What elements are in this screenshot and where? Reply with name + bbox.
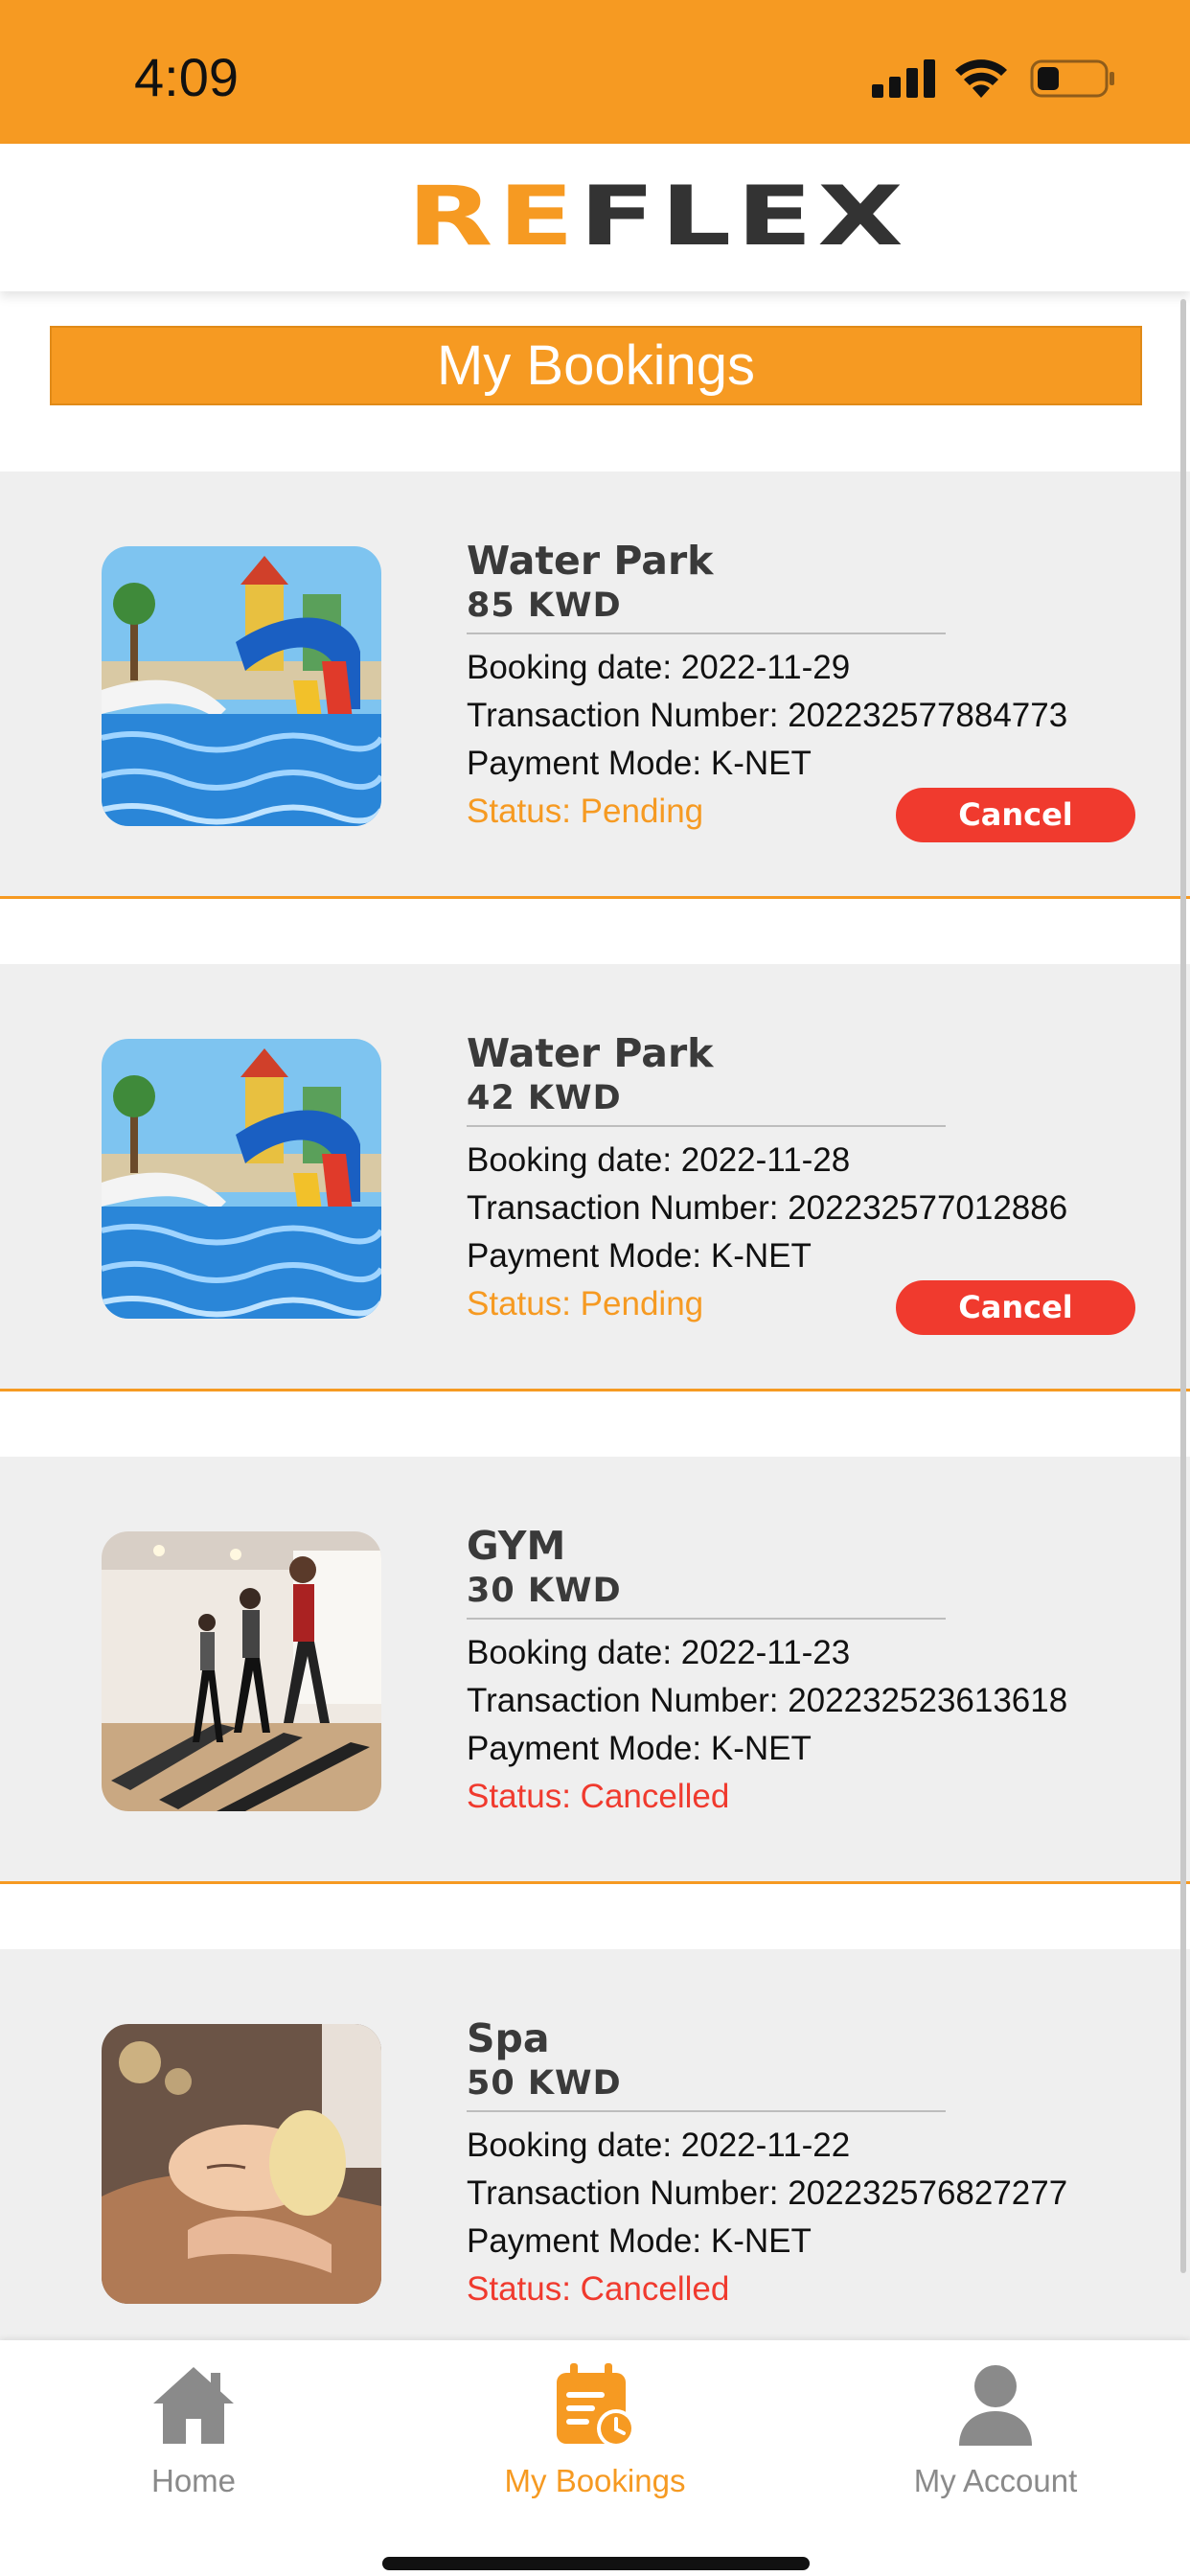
spa-image (102, 2024, 381, 2304)
tab-my-bookings[interactable]: My Bookings (451, 2359, 739, 2499)
payment-mode: Payment Mode: K-NET (467, 1730, 812, 1767)
water-park-image (102, 1039, 381, 1319)
page-title: My Bookings (50, 326, 1142, 405)
reflex-logo: REFLEX (407, 169, 909, 264)
cancel-button[interactable]: Cancel (896, 788, 1135, 842)
cellular-signal-icon (872, 59, 935, 98)
status-badge: Status: Cancelled (467, 2270, 730, 2308)
tab-label: My Account (913, 2463, 1078, 2498)
transaction-number: Transaction Number: 202232523613618 (467, 1682, 1068, 1719)
booking-price: 50 KWD (467, 2064, 622, 2103)
gym-image (102, 1531, 381, 1811)
payment-mode: Payment Mode: K-NET (467, 1237, 812, 1275)
divider (467, 1618, 946, 1620)
booking-price: 85 KWD (467, 586, 622, 625)
divider (467, 2110, 946, 2112)
transaction-number: Transaction Number: 202232576827277 (467, 2174, 1068, 2212)
booking-card: GYM 30 KWD Booking date: 2022-11-23 Tran… (0, 1457, 1190, 1884)
wifi-icon (955, 59, 1007, 98)
booking-date: Booking date: 2022-11-29 (467, 649, 851, 686)
scrollbar[interactable] (1180, 299, 1186, 2273)
bookings-icon (557, 2363, 635, 2448)
status-time: 4:09 (134, 47, 239, 107)
booking-card: Water Park 85 KWD Booking date: 2022-11-… (0, 472, 1190, 899)
battery-icon (1030, 59, 1114, 98)
booking-price: 42 KWD (467, 1079, 622, 1117)
booking-name: Water Park (467, 1030, 714, 1076)
booking-name: Spa (467, 2015, 550, 2061)
status-bar: 4:09 (0, 0, 1190, 144)
booking-card: Water Park 42 KWD Booking date: 2022-11-… (0, 964, 1190, 1392)
divider (467, 1125, 946, 1127)
bottom-tab-bar: Home My Bookings My Account (0, 2340, 1190, 2576)
transaction-number: Transaction Number: 202232577012886 (467, 1189, 1068, 1227)
booking-info: GYM 30 KWD Booking date: 2022-11-23 Tran… (467, 1522, 1156, 1821)
booking-name: Water Park (467, 538, 714, 584)
tab-home[interactable]: Home (50, 2359, 337, 2499)
account-icon (959, 2365, 1032, 2446)
payment-mode: Payment Mode: K-NET (467, 2222, 812, 2260)
home-indicator (382, 2557, 810, 2570)
tab-label: My Bookings (504, 2463, 686, 2498)
tab-label: Home (150, 2463, 237, 2498)
payment-mode: Payment Mode: K-NET (467, 745, 812, 782)
home-icon (153, 2367, 234, 2444)
booking-date: Booking date: 2022-11-23 (467, 1634, 851, 1671)
booking-price: 30 KWD (467, 1572, 622, 1610)
booking-info: Spa 50 KWD Booking date: 2022-11-22 Tran… (467, 2014, 1156, 2313)
tab-my-account[interactable]: My Account (852, 2359, 1139, 2499)
water-park-image (102, 546, 381, 826)
status-badge: Status: Cancelled (467, 1778, 730, 1815)
app-header: REFLEX (0, 144, 1190, 291)
divider (467, 632, 946, 634)
booking-date: Booking date: 2022-11-22 (467, 2127, 851, 2164)
transaction-number: Transaction Number: 202232577884773 (467, 697, 1068, 734)
cancel-button[interactable]: Cancel (896, 1280, 1135, 1335)
booking-card: Spa 50 KWD Booking date: 2022-11-22 Tran… (0, 1949, 1190, 2342)
booking-name: GYM (467, 1523, 566, 1569)
booking-date: Booking date: 2022-11-28 (467, 1141, 851, 1179)
